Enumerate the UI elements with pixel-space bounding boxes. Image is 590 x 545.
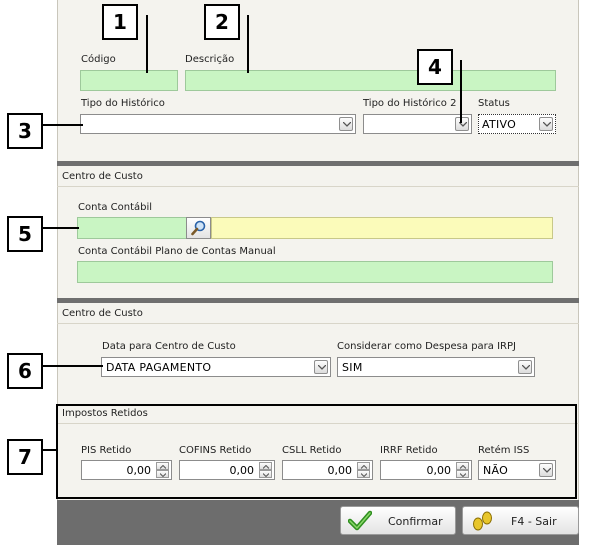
section-separator bbox=[57, 298, 579, 303]
impostos-highlight-box bbox=[56, 404, 577, 499]
tipo-historico-select[interactable] bbox=[80, 114, 356, 134]
conta-contabil-plano-input[interactable] bbox=[77, 261, 553, 283]
footprints-icon bbox=[473, 511, 492, 531]
callout-6: 6 bbox=[7, 353, 43, 389]
codigo-input[interactable] bbox=[80, 70, 178, 91]
search-icon bbox=[191, 220, 206, 236]
conta-contabil-description[interactable] bbox=[211, 217, 553, 239]
chevron-down-icon[interactable] bbox=[339, 117, 353, 131]
conta-contabil-input[interactable] bbox=[77, 217, 187, 239]
status-select[interactable]: ATIVO bbox=[478, 114, 556, 134]
callout-1-line bbox=[146, 15, 148, 73]
chevron-down-icon[interactable] bbox=[455, 117, 469, 131]
section-header: Centro de Custo bbox=[57, 169, 579, 187]
tipo-historico2-label: Tipo do Histórico 2 bbox=[363, 98, 457, 109]
conta-contabil-plano-label: Conta Contábil Plano de Contas Manual bbox=[78, 246, 276, 257]
callout-2-line bbox=[247, 15, 249, 73]
callout-3-line bbox=[43, 124, 83, 126]
callout-5-line bbox=[43, 227, 79, 229]
callout-4: 4 bbox=[417, 49, 453, 85]
conta-contabil-label: Conta Contábil bbox=[78, 202, 153, 213]
despesa-irpj-label: Considerar como Despesa para IRPJ bbox=[337, 341, 516, 352]
section-title: Centro de Custo bbox=[62, 308, 143, 319]
callout-1: 1 bbox=[102, 4, 138, 40]
despesa-irpj-select[interactable]: SIM bbox=[337, 357, 535, 377]
chevron-down-icon[interactable] bbox=[314, 360, 328, 374]
callout-2: 2 bbox=[204, 4, 240, 40]
codigo-label: Código bbox=[81, 54, 116, 65]
callout-6-line bbox=[43, 365, 103, 367]
section-header: Centro de Custo bbox=[57, 306, 579, 324]
despesa-irpj-value: SIM bbox=[342, 361, 363, 374]
panel-right-edge bbox=[578, 0, 579, 505]
tipo-historico-label: Tipo do Histórico bbox=[81, 98, 165, 109]
exit-button[interactable]: F4 - Sair bbox=[462, 506, 579, 535]
descricao-input[interactable] bbox=[185, 70, 556, 91]
data-centro-custo-select[interactable]: DATA PAGAMENTO bbox=[101, 357, 331, 377]
chevron-down-icon[interactable] bbox=[518, 360, 532, 374]
checkmark-icon bbox=[348, 510, 372, 531]
exit-label: F4 - Sair bbox=[511, 515, 557, 528]
callout-3: 3 bbox=[7, 113, 43, 149]
section-title: Centro de Custo bbox=[62, 171, 143, 182]
confirm-button[interactable]: Confirmar bbox=[340, 506, 456, 535]
status-value: ATIVO bbox=[482, 118, 517, 131]
search-button[interactable] bbox=[186, 217, 211, 239]
callout-4-line bbox=[460, 60, 462, 123]
callout-7: 7 bbox=[7, 439, 43, 475]
callout-5: 5 bbox=[7, 216, 43, 252]
data-centro-custo-value: DATA PAGAMENTO bbox=[106, 361, 212, 374]
status-label: Status bbox=[478, 98, 510, 109]
data-centro-custo-label: Data para Centro de Custo bbox=[102, 341, 236, 352]
tipo-historico2-select[interactable] bbox=[363, 114, 472, 134]
descricao-label: Descrição bbox=[185, 54, 235, 65]
confirm-label: Confirmar bbox=[388, 515, 443, 528]
chevron-down-icon[interactable] bbox=[539, 117, 553, 131]
section-separator bbox=[57, 161, 579, 166]
callout-7-line bbox=[43, 449, 57, 451]
